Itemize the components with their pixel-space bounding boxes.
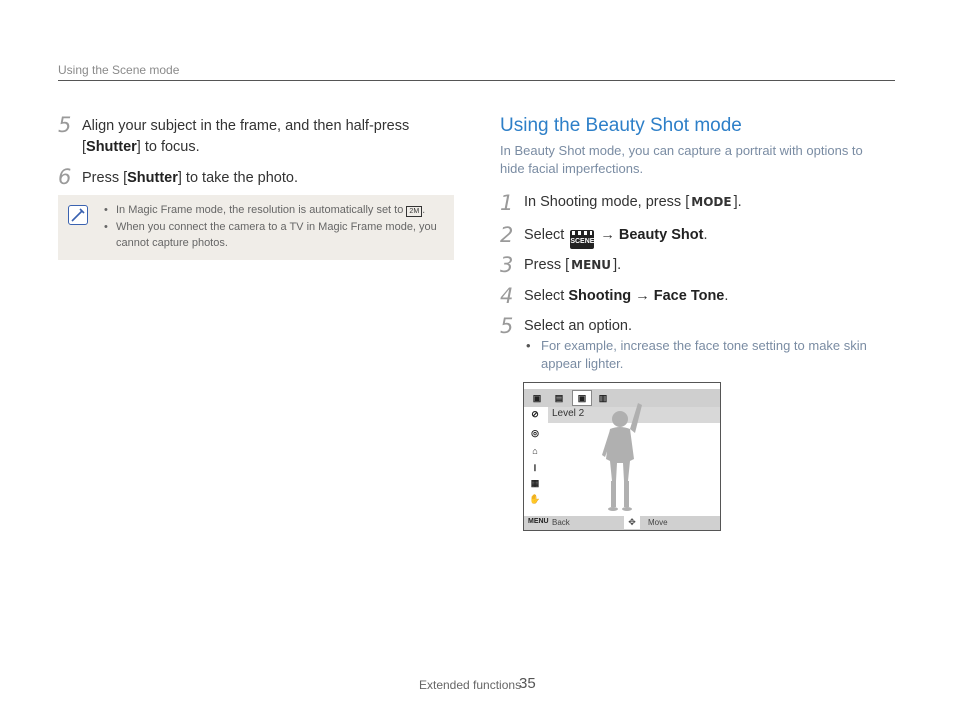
menu-badge: MENU	[528, 518, 549, 525]
left-step-6-text: Press [Shutter] to take the photo.	[82, 170, 298, 186]
step-number: 5	[58, 113, 71, 137]
step-number: 2	[500, 223, 513, 247]
resolution-2m-icon: 2M	[406, 206, 423, 217]
footer-label: Extended functions	[419, 678, 522, 692]
grid-icon: ▦	[530, 478, 540, 488]
step-number: 4	[500, 284, 513, 308]
intro-text: In Beauty Shot mode, you can capture a p…	[500, 143, 863, 176]
right-step-1-text: In Shooting mode, press [MODE].	[524, 192, 742, 213]
step-number: 1	[500, 191, 513, 215]
note-pencil-icon	[68, 205, 88, 225]
camera-tab-icon: ▣	[532, 393, 542, 403]
dpad-move-icon: ✥	[624, 516, 640, 529]
person-silhouette-icon	[602, 403, 642, 511]
note-list: In Magic Frame mode, the resolution is a…	[104, 202, 439, 252]
mode-button-glyph: MODE	[691, 195, 732, 209]
page-number: 35	[519, 675, 536, 692]
camera-move-label: Move	[648, 518, 668, 527]
note-item: In Magic Frame mode, the resolution is a…	[104, 202, 439, 218]
metering-icon: Ⅰ	[533, 463, 537, 473]
scene-icon: SCENE	[570, 230, 594, 249]
face-detect-icon: ◎	[531, 428, 539, 438]
header-rule	[58, 80, 895, 81]
note-item: When you connect the camera to a TV in M…	[104, 219, 439, 251]
camera-back-label: Back	[552, 518, 570, 527]
right-step-5-text: Select an option.	[524, 318, 633, 334]
right-step-2-text: Select SCENE → Beauty Shot.	[524, 225, 707, 249]
example-bullet: For example, increase the face tone sett…	[526, 337, 876, 373]
section-header: Using the Scene mode	[58, 63, 180, 77]
left-step-5-text: Align your subject in the frame, and the…	[82, 118, 410, 155]
right-step-3-text: Press [MENU].	[524, 255, 621, 276]
menu-button-glyph: MENU	[571, 258, 612, 272]
example-bullet-text: For example, increase the face tone sett…	[526, 337, 876, 373]
step-number: 6	[58, 165, 71, 189]
camera-level-text: Level 2	[552, 408, 585, 419]
camera-bottom-bar: MENU Back ✥ Move	[524, 516, 720, 530]
camera-lcd-screen: ▣ ▤ ▣ ▥ Level 2 ⊘ ◎ ⌂ Ⅰ ▦ ✋ MENU Back ✥ …	[523, 382, 721, 531]
section-title: Using the Beauty Shot mode	[500, 115, 742, 136]
camera-tab-icon: ▤	[554, 393, 564, 403]
house-icon: ⌂	[532, 446, 538, 456]
step-number: 5	[500, 314, 513, 338]
face-tone-icon: ⊘	[531, 409, 539, 419]
camera-tab-icon-selected: ▣	[572, 390, 592, 406]
step-number: 3	[500, 253, 513, 277]
right-step-4-text: Select Shooting → Face Tone.	[524, 288, 729, 304]
shake-off-icon: ✋	[529, 494, 541, 504]
